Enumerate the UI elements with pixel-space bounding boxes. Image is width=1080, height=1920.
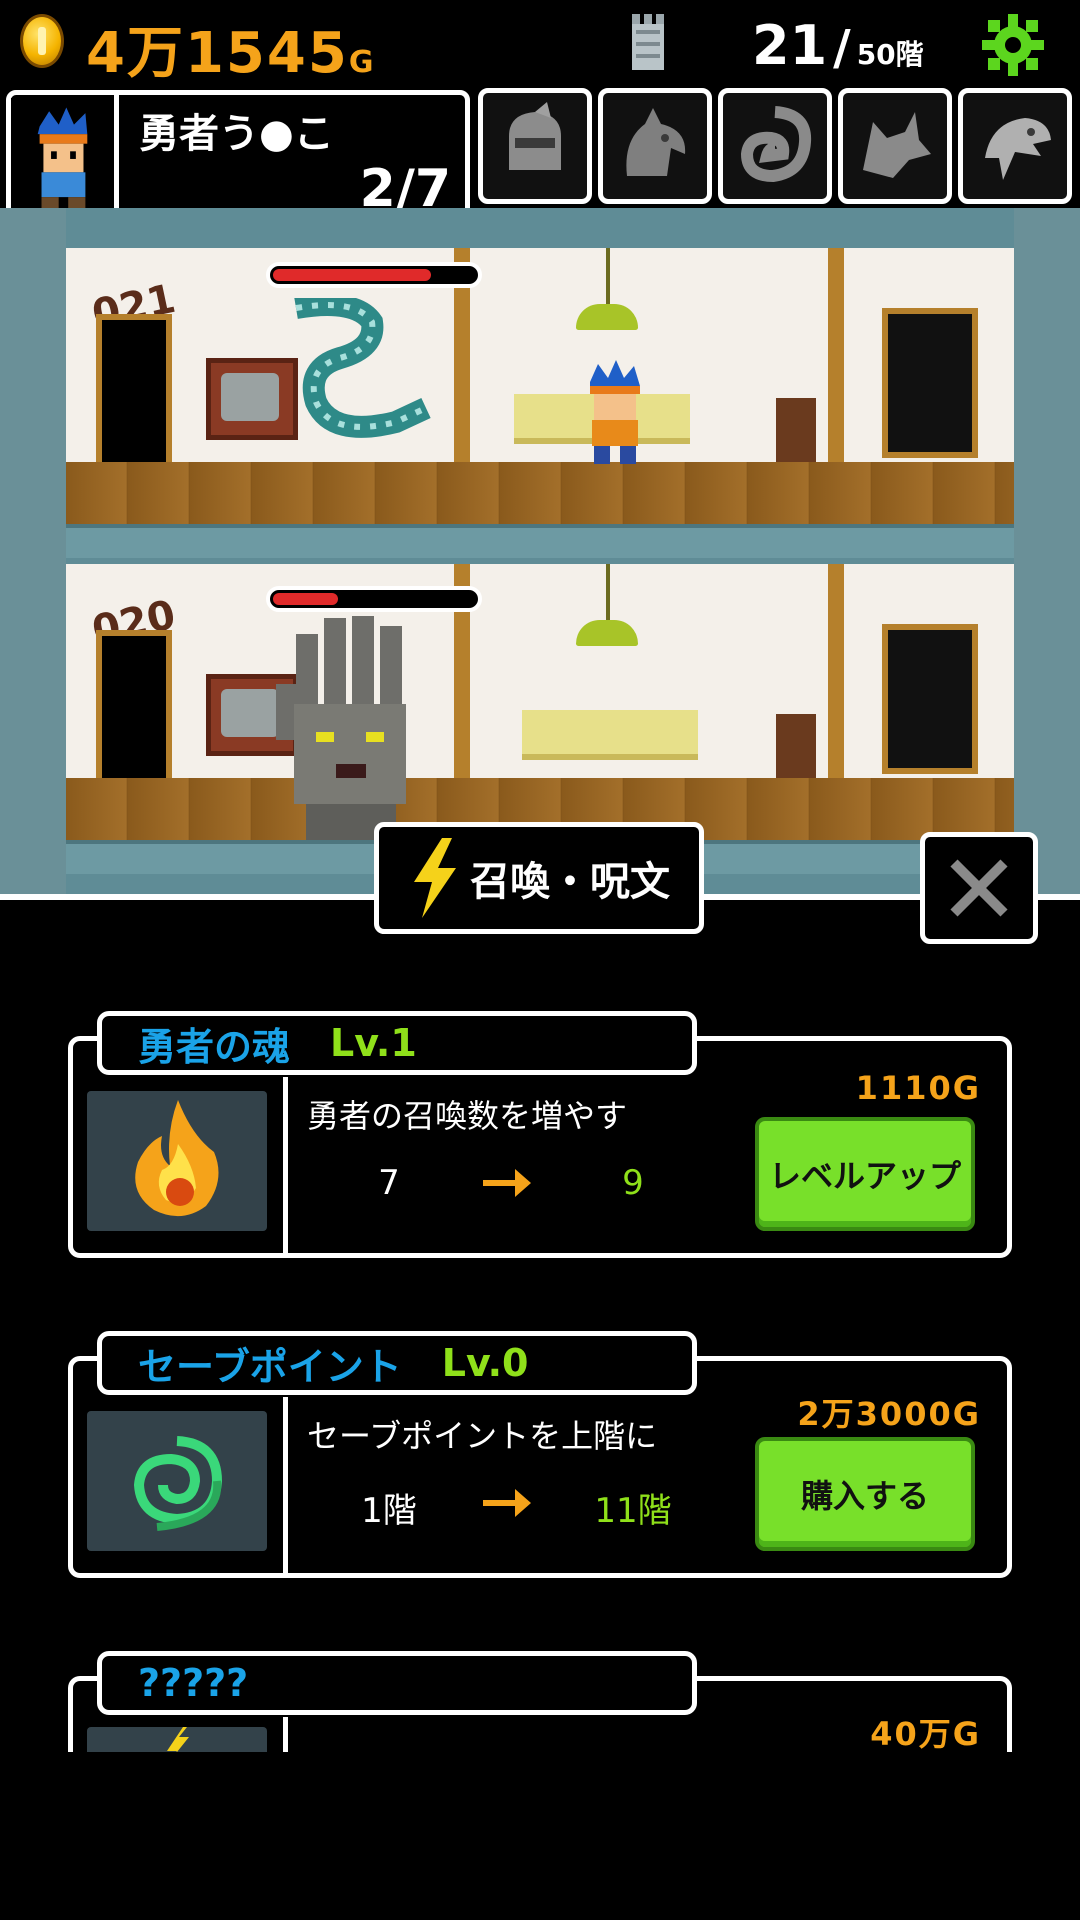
boss-hp-bar <box>266 586 482 612</box>
right-wall <box>1014 208 1080 898</box>
gold-unit: G <box>348 45 376 80</box>
summon-slot-serpent[interactable] <box>718 88 832 204</box>
floor-door-far <box>882 624 978 774</box>
upgrade-name: 勇者の魂 <box>138 1024 291 1069</box>
upgrade-level: Lv.1 <box>330 1021 417 1065</box>
gold-value: 4万1545 <box>86 21 349 86</box>
menu-title: 召喚・呪文 <box>374 822 704 934</box>
serpent-monster <box>294 298 431 438</box>
dragon-icon <box>626 108 686 176</box>
hero-portrait <box>11 95 119 221</box>
upgrade-separator <box>283 1717 288 1757</box>
beam <box>828 564 844 804</box>
floor-separator: / <box>833 20 851 76</box>
coin-icon <box>20 14 64 68</box>
upgrade-card-locked: ????? 40万G <box>68 1651 1012 1757</box>
phone-stand <box>776 398 816 468</box>
tower-icon <box>632 14 664 70</box>
floor-counter: 21/50階 <box>752 14 924 77</box>
tower-scene: 021 020 <box>0 208 1080 898</box>
upgrade-description: セーブポイントを上階に <box>307 1417 658 1455</box>
ceiling-lamp <box>576 304 638 330</box>
upgrade-icon-frame <box>87 1091 267 1231</box>
summon-slot-knight[interactable] <box>478 88 592 204</box>
boss-hp-bar <box>266 262 482 288</box>
serpent-icon <box>740 106 812 183</box>
flame-icon <box>135 1100 219 1217</box>
upgrade-to-value: 11階 <box>594 1491 672 1531</box>
floor-current: 21 <box>752 14 828 77</box>
hand-monster <box>276 616 406 840</box>
left-wall <box>0 208 66 898</box>
arrow-right-icon <box>483 1169 531 1197</box>
floor-ledge <box>66 524 1014 558</box>
upgrade-name: ????? <box>138 1661 249 1705</box>
beam <box>828 248 844 488</box>
eagle-icon <box>985 118 1051 180</box>
upgrade-level: Lv.0 <box>441 1341 529 1385</box>
hero-card[interactable]: 勇者う●こ 2/7 <box>6 90 470 226</box>
summon-slot-wolf[interactable] <box>838 88 952 204</box>
upgrade-price: 1110G <box>855 1069 981 1107</box>
hero-name: 勇者う●こ <box>139 111 334 157</box>
upgrade-description: 勇者の召喚数を増やす <box>307 1097 628 1135</box>
close-icon <box>950 859 1008 917</box>
gear-icon[interactable] <box>982 14 1044 76</box>
upgrade-from-value: 7 <box>378 1163 400 1203</box>
lightning-icon <box>414 838 456 918</box>
table-prop <box>522 710 698 760</box>
upgrade-separator <box>283 1077 288 1253</box>
boss-hp-fill <box>273 269 431 281</box>
boss-hp-fill <box>273 593 338 605</box>
ceiling-lamp <box>576 620 638 646</box>
floor-020: 020 <box>66 564 1014 840</box>
upgrade-icon-frame <box>87 1411 267 1551</box>
purchase-button[interactable]: 購入する <box>755 1437 975 1551</box>
upgrade-from-value: 1階 <box>361 1491 417 1531</box>
gold-amount: 4万1545G <box>86 8 375 89</box>
upgrade-name: セーブポイント <box>138 1344 402 1389</box>
arrow-right-icon <box>483 1489 531 1517</box>
summon-slot-eagle[interactable] <box>958 88 1072 204</box>
summon-slot-row <box>478 88 1076 204</box>
summon-slot-dragon[interactable] <box>598 88 712 204</box>
upgrade-tab: ????? <box>97 1651 697 1715</box>
floor-door <box>96 630 172 790</box>
level-up-button[interactable]: レベルアップ <box>755 1117 975 1231</box>
close-button[interactable] <box>920 832 1038 944</box>
bottom-area <box>0 1752 1080 1920</box>
upgrade-card-hero-soul: 勇者の魂 Lv.1 勇者の召喚数を増やす 7 9 1110G レベルアップ <box>68 1011 1012 1258</box>
knight-icon <box>509 102 561 170</box>
floor-door <box>96 314 172 474</box>
floor-021: 021 <box>66 248 1014 524</box>
menu-title-text: 召喚・呪文 <box>470 859 670 905</box>
upgrade-tab: セーブポイント Lv.0 <box>97 1331 697 1395</box>
phone-stand <box>776 714 816 784</box>
hero-sprite <box>590 360 640 464</box>
wolf-icon <box>863 112 931 178</box>
lamp-cord <box>606 248 610 306</box>
upgrade-price: 2万3000G <box>797 1395 981 1433</box>
upgrade-to-value: 9 <box>622 1163 644 1203</box>
top-hud: 4万1545G 21/50階 <box>0 0 1080 88</box>
floor-max: 50階 <box>856 38 924 71</box>
floor-door-far <box>882 308 978 458</box>
upgrade-separator <box>283 1397 288 1573</box>
upgrade-tab: 勇者の魂 Lv.1 <box>97 1011 697 1075</box>
lamp-cord <box>606 564 610 622</box>
swirl-icon <box>133 1436 223 1531</box>
upgrade-price: 40万G <box>870 1715 981 1753</box>
wood-floor <box>66 462 1014 524</box>
upgrade-card-save-point: セーブポイント Lv.0 セーブポイントを上階に 1階 11階 2万3000G … <box>68 1331 1012 1578</box>
